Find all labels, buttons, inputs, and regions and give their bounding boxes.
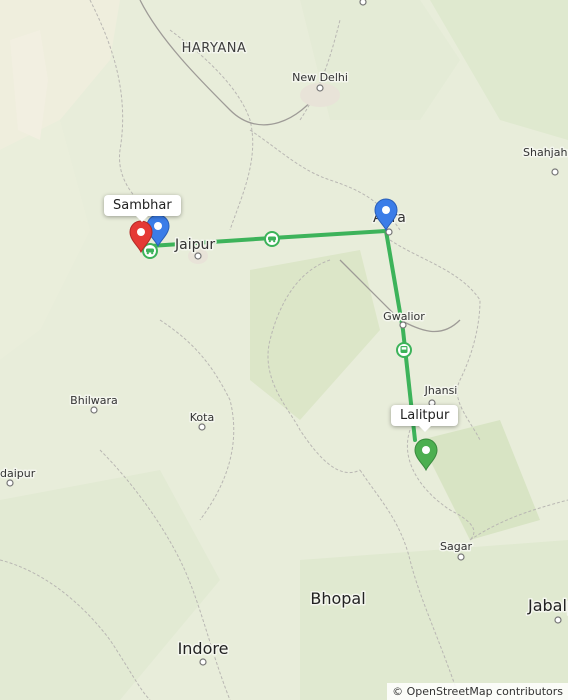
region-label-haryana: HARYANA: [182, 41, 247, 56]
city-label-gwalior: Gwalior: [383, 310, 425, 323]
city-label-jhansi: Jhansi: [424, 384, 458, 397]
city-label-jaipur: Jaipur: [174, 237, 215, 253]
city-label-bhopal: Bhopal: [310, 589, 365, 608]
car-icon[interactable]: [264, 231, 280, 247]
city-label-sagar: Sagar: [440, 540, 472, 553]
city-label-jabalpur: Jabalp: [527, 596, 568, 615]
plain-area: [300, 540, 568, 700]
marker-callout-sambhar[interactable]: Sambhar: [104, 195, 181, 222]
city-label-udaipur: daipur: [0, 467, 36, 480]
bus-icon[interactable]: [396, 342, 412, 358]
city-label-shahjahanpur: Shahjaha: [523, 146, 568, 159]
city-label-indore: Indore: [178, 639, 229, 658]
city-label-bhilwara: Bhilwara: [70, 394, 118, 407]
city-label-new-delhi: New Delhi: [292, 71, 348, 84]
map-attribution[interactable]: © OpenStreetMap contributors: [387, 683, 568, 700]
city-label-kota: Kota: [190, 411, 214, 424]
map-canvas[interactable]: HARYANA New Delhi Shahjaha Jaipur Agra G…: [0, 0, 568, 700]
marker-callout-lalitpur[interactable]: Lalitpur: [391, 405, 459, 432]
